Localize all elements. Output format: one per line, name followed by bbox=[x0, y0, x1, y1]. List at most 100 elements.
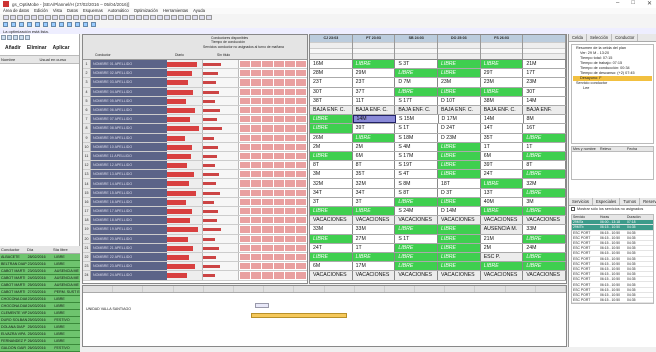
driver-row[interactable]: 7 NOMBRE 07 APELLIDO bbox=[83, 115, 307, 125]
schedule-cell[interactable]: 3M bbox=[310, 170, 353, 179]
toolbar-icon[interactable] bbox=[164, 15, 170, 20]
schedule-cell[interactable]: LIBRE bbox=[310, 234, 353, 243]
toolbar-icon[interactable] bbox=[38, 15, 44, 20]
schedule-cell[interactable]: LIBRE bbox=[523, 133, 567, 142]
schedule-cell[interactable]: VACACIONES bbox=[438, 216, 481, 225]
driver-row[interactable]: 8 NOMBRE 08 APELLIDO bbox=[83, 124, 307, 134]
schedule-cell[interactable]: S 4T bbox=[395, 170, 439, 179]
toolbar-icon[interactable] bbox=[66, 15, 72, 20]
schedule-cell[interactable]: 24M bbox=[523, 243, 567, 252]
tree-item[interactable]: Lee bbox=[573, 86, 652, 91]
minimize-button[interactable]: – bbox=[616, 0, 619, 7]
driver-row[interactable]: 2 NOMBRE 02 APELLIDO bbox=[83, 69, 307, 79]
toolbar-icon[interactable] bbox=[178, 15, 184, 20]
schedule-cell[interactable]: LIBRE bbox=[310, 151, 353, 161]
schedule-cell[interactable]: 6M bbox=[352, 151, 396, 161]
driver-row[interactable]: 3 NOMBRE 03 APELLIDO bbox=[83, 78, 307, 88]
option-icon[interactable] bbox=[43, 22, 48, 27]
schedule-cell[interactable]: 1T bbox=[523, 142, 567, 151]
right-tab[interactable]: Celda bbox=[569, 34, 587, 41]
driver-row[interactable]: 5 NOMBRE 05 APELLIDO bbox=[83, 96, 307, 106]
timeline-block[interactable] bbox=[251, 313, 347, 318]
free-day-row[interactable]: ELVAZRA VIPA 25/03/2016 LIBRE bbox=[0, 331, 80, 338]
schedule-cell[interactable]: 16T bbox=[523, 124, 567, 133]
schedule-cell[interactable]: 28M bbox=[310, 69, 353, 78]
relevo-col-header[interactable]: Mes y nombre bbox=[572, 147, 599, 151]
option-icon[interactable] bbox=[19, 22, 24, 27]
schedule-cell[interactable]: LIBRE bbox=[438, 60, 481, 69]
schedule-cell[interactable]: S 17T bbox=[395, 96, 439, 105]
schedule-cell[interactable]: LIBRE bbox=[480, 179, 524, 188]
driver-row[interactable]: 16 NOMBRE 16 APELLIDO bbox=[83, 197, 307, 207]
schedule-cell[interactable]: 23T bbox=[352, 78, 396, 87]
driver-row[interactable]: 1 NOMBRE 01 APELLIDO bbox=[83, 60, 307, 70]
toolbar-icon[interactable] bbox=[136, 15, 142, 20]
driver-row[interactable]: 24 NOMBRE 24 APELLIDO bbox=[83, 271, 307, 281]
schedule-cell[interactable]: BAJA ENF. C. bbox=[395, 105, 439, 115]
toolbar-icon[interactable] bbox=[115, 15, 121, 20]
schedule-cell[interactable]: 32M bbox=[352, 179, 396, 188]
schedule-cell[interactable]: LIBRE bbox=[523, 151, 567, 161]
free-day-row[interactable]: CHOCONA DIAP 24/03/2016 LIBRE bbox=[0, 303, 80, 310]
col-untitled[interactable]: Sin título bbox=[217, 53, 230, 57]
toolbar-icon[interactable] bbox=[101, 15, 107, 20]
schedule-cell[interactable]: D 3T bbox=[438, 188, 481, 197]
option-icon[interactable] bbox=[75, 22, 80, 27]
free-day-row[interactable]: BELTRAN DIAP 23/03/2016 LIBRE bbox=[0, 261, 80, 268]
driver-row[interactable]: 12 NOMBRE 12 APELLIDO bbox=[83, 161, 307, 171]
schedule-cell[interactable]: LIBRE bbox=[438, 142, 481, 151]
schedule-cell[interactable]: 23M bbox=[480, 78, 524, 87]
schedule-cell[interactable]: LIBRE bbox=[310, 207, 353, 216]
schedule-cell[interactable]: 39T bbox=[480, 161, 524, 170]
schedule-cell[interactable]: VACACIONES bbox=[438, 271, 481, 280]
schedule-cell[interactable]: LIBRE bbox=[438, 69, 481, 78]
maximize-button[interactable]: □ bbox=[631, 0, 635, 7]
schedule-cell[interactable]: 17T bbox=[523, 69, 567, 78]
schedule-cell[interactable]: AUSENCIA M. bbox=[480, 225, 524, 234]
schedule-cell[interactable]: 40M bbox=[480, 197, 524, 206]
day-column-header[interactable]: FS 26:03 bbox=[480, 35, 524, 59]
schedule-cell[interactable]: LIBRE bbox=[352, 252, 396, 262]
free-day-row[interactable]: CABOT MARTI 25/03/2016 AUSENCIA ME bbox=[0, 282, 80, 289]
schedule-cell[interactable]: LIBRE bbox=[480, 262, 524, 271]
toolbar-icon[interactable] bbox=[150, 15, 156, 20]
toolbar-icon[interactable] bbox=[17, 15, 23, 20]
toolbar-icon[interactable] bbox=[31, 15, 37, 20]
col-name[interactable]: Nombre bbox=[1, 57, 40, 62]
schedule-cell[interactable]: 6M bbox=[480, 151, 524, 161]
tool-icon[interactable] bbox=[25, 35, 30, 40]
driver-row[interactable]: 4 NOMBRE 04 APELLIDO bbox=[83, 87, 307, 97]
schedule-cell[interactable]: BAJA ENF. C. bbox=[352, 105, 396, 115]
schedule-cell[interactable]: 3T bbox=[310, 197, 353, 206]
option-icon[interactable] bbox=[3, 22, 8, 27]
schedule-cell[interactable]: D 7M bbox=[395, 78, 439, 87]
schedule-cell[interactable]: 26M bbox=[310, 133, 353, 142]
schedule-cell[interactable]: VACACIONES bbox=[310, 271, 353, 280]
schedule-cell[interactable]: S 8T bbox=[395, 188, 439, 197]
schedule-cell[interactable]: LIBRE bbox=[438, 234, 481, 243]
toolbar-icon[interactable] bbox=[94, 15, 100, 20]
schedule-cell[interactable]: D 23M bbox=[438, 133, 481, 142]
schedule-cell[interactable]: LIBRE bbox=[438, 252, 481, 262]
schedule-cell[interactable]: 8T bbox=[523, 161, 567, 170]
toolbar-icon[interactable] bbox=[192, 15, 198, 20]
schedule-cell[interactable]: D 10T bbox=[438, 96, 481, 105]
schedule-cell[interactable]: S 24M bbox=[395, 207, 439, 216]
relevo-col-header[interactable]: Relevo bbox=[599, 147, 626, 151]
schedule-cell[interactable]: LIBRE bbox=[438, 170, 481, 179]
col-usual[interactable]: Usual en curso bbox=[40, 57, 79, 62]
free-day-row[interactable]: ALBACETE 28/02/2016 LIBRE bbox=[0, 254, 80, 261]
schedule-cell[interactable]: LIBRE bbox=[523, 252, 567, 262]
schedule-cell[interactable]: 16M bbox=[310, 60, 353, 69]
services-col-header[interactable]: Horas bbox=[599, 215, 626, 219]
driver-row[interactable]: 15 NOMBRE 15 APELLIDO bbox=[83, 188, 307, 198]
option-icon[interactable] bbox=[27, 22, 32, 27]
schedule-cell[interactable]: 18T bbox=[438, 179, 481, 188]
schedule-cell[interactable]: LIBRE bbox=[523, 234, 567, 243]
schedule-cell[interactable]: LIBRE bbox=[438, 161, 481, 170]
schedule-cell[interactable]: 24T bbox=[310, 243, 353, 252]
schedule-cell[interactable]: ESC P. bbox=[480, 252, 524, 262]
free-day-row[interactable]: CHOCONA DIAP 23/03/2016 LIBRE bbox=[0, 296, 80, 303]
right-tab[interactable]: Conductor bbox=[612, 34, 639, 41]
option-icon[interactable] bbox=[59, 22, 64, 27]
